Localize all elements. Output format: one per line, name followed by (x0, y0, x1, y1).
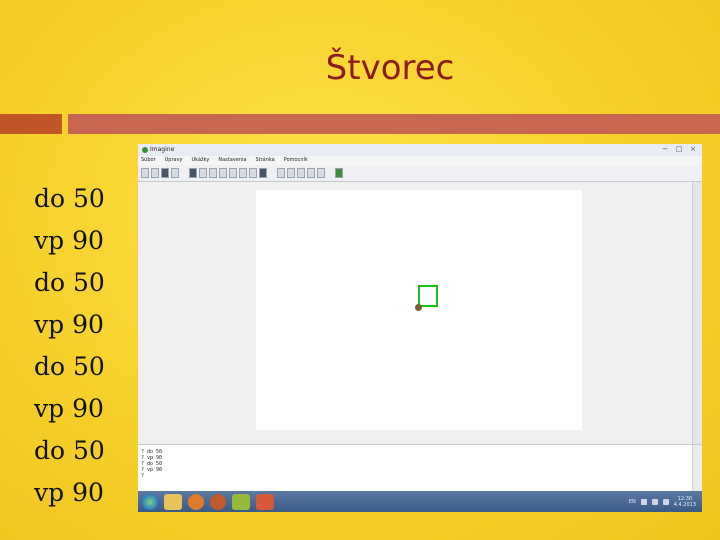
accent-band-right (68, 114, 720, 134)
stop-icon[interactable] (287, 168, 295, 178)
close-button[interactable]: × (688, 145, 698, 153)
list-icon[interactable] (317, 168, 325, 178)
powerpoint-icon[interactable] (256, 493, 274, 510)
menu-item-upravy[interactable]: Úpravy (165, 156, 183, 165)
code-line: do 50 (34, 436, 105, 465)
maximize-button[interactable]: □ (674, 145, 684, 153)
command-console[interactable]: ? do 50 ? vp 90 ? do 50 ? vp 90 ? (138, 444, 702, 491)
memory-icon[interactable] (335, 168, 343, 178)
code-line: vp 90 (34, 310, 104, 339)
menu-item-pomocnik[interactable]: Pomocník (284, 156, 308, 165)
new-page-icon[interactable] (141, 168, 149, 178)
taskbar: EN 12:30 4.4.2013 (138, 491, 702, 512)
step-icon[interactable] (297, 168, 305, 178)
menu-bar: Súbor Úpravy Ukážky Nastavenia Stránka P… (138, 156, 702, 165)
code-line: vp 90 (34, 394, 104, 423)
code-line: do 50 (34, 184, 105, 213)
menu-item-stranka[interactable]: Stránka (255, 156, 274, 165)
fill-icon[interactable] (249, 168, 257, 178)
pause-icon[interactable] (277, 168, 285, 178)
code-line: vp 90 (34, 478, 104, 507)
arrow-icon[interactable] (259, 168, 267, 178)
pen-icon[interactable] (239, 168, 247, 178)
firefox-icon[interactable] (188, 493, 204, 510)
console-line: ? (141, 473, 145, 479)
clock-date: 4.4.2013 (673, 501, 696, 508)
image-icon[interactable] (219, 168, 227, 178)
code-line: vp 90 (34, 226, 104, 255)
imagine-screenshot: Imagine − □ × Súbor Úpravy Ukážky Nastav… (138, 144, 702, 512)
console-history: ? do 50 ? vp 90 ? do 50 ? vp 90 ? (138, 445, 702, 479)
language-indicator[interactable]: EN (629, 499, 636, 505)
imagine-app-icon (142, 147, 148, 153)
volume-icon[interactable] (662, 498, 669, 505)
window-titlebar: Imagine − □ × (138, 144, 702, 156)
save-icon[interactable] (161, 168, 169, 178)
console-scrollbar[interactable] (692, 445, 702, 491)
network-icon[interactable] (651, 498, 658, 505)
turtle-icon[interactable] (415, 304, 422, 311)
accent-band-left (0, 114, 62, 134)
list-icon[interactable] (307, 168, 315, 178)
menu-item-nastavenia[interactable]: Nastavenia (218, 156, 246, 165)
audio-app-icon[interactable] (210, 493, 226, 510)
clock[interactable]: 12:30 4.4.2013 (674, 496, 696, 508)
slide-title: Štvorec (325, 48, 455, 88)
shape-icon[interactable] (209, 168, 217, 178)
drawing-canvas[interactable] (256, 190, 582, 430)
imagine-taskbar-icon[interactable] (232, 493, 250, 510)
minimize-button[interactable]: − (660, 145, 670, 153)
window-title: Imagine (150, 146, 175, 153)
code-listing: do 50 vp 90 do 50 vp 90 do 50 vp 90 do 5… (34, 178, 105, 514)
page-icon[interactable] (199, 168, 207, 178)
toolbar (138, 165, 702, 182)
start-button-icon[interactable] (142, 493, 158, 510)
menu-item-subor[interactable]: Súbor (141, 156, 156, 165)
vertical-scrollbar[interactable] (692, 182, 702, 444)
folder-icon[interactable] (164, 493, 182, 510)
drawn-square (418, 285, 438, 307)
code-line: do 50 (34, 352, 105, 381)
work-area (138, 182, 702, 444)
system-tray: EN 12:30 4.4.2013 (629, 491, 696, 512)
turtle-icon[interactable] (189, 168, 197, 178)
open-icon[interactable] (151, 168, 159, 178)
menu-item-ukazky[interactable]: Ukážky (192, 156, 210, 165)
code-line: do 50 (34, 268, 105, 297)
text-icon[interactable] (229, 168, 237, 178)
print-icon[interactable] (171, 168, 179, 178)
flag-icon[interactable] (640, 498, 647, 505)
